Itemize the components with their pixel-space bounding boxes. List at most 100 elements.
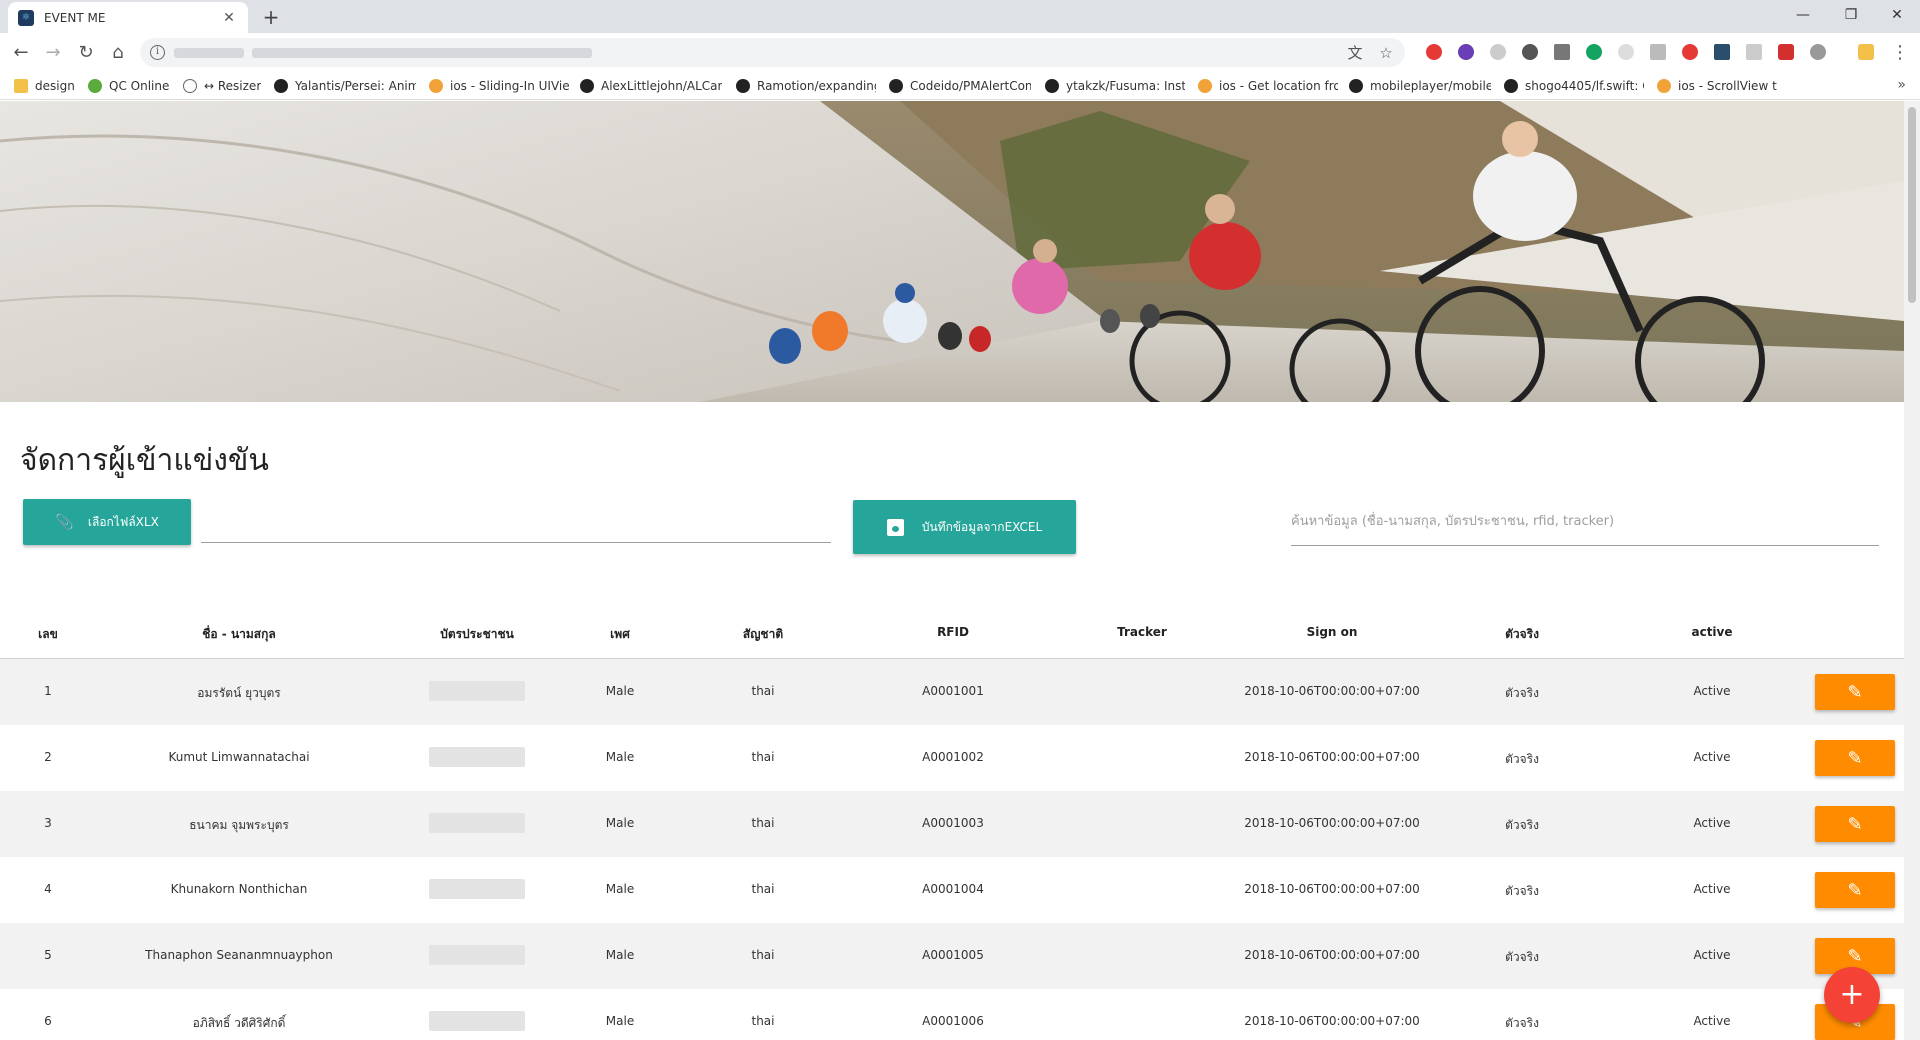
edit-button[interactable]: ✎	[1815, 740, 1895, 776]
bookmark-label: Codeido/PMAlertCon	[910, 79, 1031, 93]
table-header: เลข ชื่อ - นามสกุล บัตรประชาชน เพศ สัญชาติ RF…	[0, 604, 1904, 659]
edit-button[interactable]: ✎	[1815, 872, 1895, 908]
cell-gender: Male	[605, 750, 635, 764]
bookmark-item[interactable]: design	[14, 77, 74, 95]
bookmark-item[interactable]: Yalantis/Persei: Anim	[274, 77, 416, 95]
extension-icon[interactable]	[1618, 44, 1634, 60]
extension-react-icon[interactable]	[1714, 44, 1730, 60]
column-header[interactable]: ตัวจริง	[1505, 625, 1539, 644]
github-icon	[736, 79, 750, 93]
id-card-redacted	[429, 1011, 525, 1031]
cell-no: 4	[44, 882, 52, 896]
check-icon	[88, 79, 102, 93]
bookmark-item[interactable]: Ramotion/expanding	[736, 77, 876, 95]
cell-no: 1	[44, 684, 52, 698]
page-scrollbar[interactable]	[1904, 101, 1920, 1040]
close-tab-icon[interactable]: ✕	[220, 10, 238, 26]
cell-active: Active	[1693, 1014, 1731, 1028]
add-participant-fab[interactable]: +	[1824, 967, 1880, 1023]
extension-compass-icon[interactable]	[1522, 44, 1538, 60]
extension-icon[interactable]	[1746, 44, 1762, 60]
table-row: 2 Kumut Limwannatachai Male thai A0001002 201…	[0, 725, 1904, 791]
cell-nationality: thai	[751, 882, 775, 896]
edit-button[interactable]: ✎	[1815, 674, 1895, 710]
extension-stop-icon[interactable]	[1682, 44, 1698, 60]
save-excel-button[interactable]: บันทึกข้อมูลจากEXCEL	[853, 500, 1076, 554]
column-header[interactable]: บัตรประชาชน	[440, 625, 514, 644]
more-bookmarks-icon[interactable]: »	[1897, 77, 1906, 93]
profile-avatar-icon[interactable]	[1858, 44, 1874, 60]
extension-icon[interactable]	[1490, 44, 1506, 60]
bookmark-item[interactable]: shogo4405/lf.swift: C	[1504, 77, 1644, 95]
extension-vue-icon[interactable]	[1554, 44, 1570, 60]
column-header[interactable]: เลข	[38, 625, 58, 644]
address-bar[interactable]: i 文 ☆	[140, 38, 1405, 67]
browser-tab[interactable]: ⚛ EVENT ME ✕	[8, 2, 248, 33]
restore-icon[interactable]: ❐	[1828, 0, 1874, 30]
cell-active: Active	[1693, 882, 1731, 896]
forward-icon[interactable]: →	[39, 39, 67, 67]
column-header[interactable]: RFID	[937, 625, 969, 639]
extension-opera-icon[interactable]	[1426, 44, 1442, 60]
cell-rfid: A0001003	[922, 816, 984, 830]
cell-active: Active	[1693, 948, 1731, 962]
extension-adblock-icon[interactable]	[1778, 44, 1794, 60]
bookmark-label: design	[35, 79, 74, 93]
column-header[interactable]: active	[1691, 625, 1732, 639]
translate-icon[interactable]: 文	[1345, 43, 1365, 63]
cell-rfid: A0001005	[922, 948, 984, 962]
bookmark-label: QC Online	[109, 79, 170, 93]
bookmark-item[interactable]: mobileplayer/mobile	[1349, 77, 1491, 95]
bookmark-label: ytakzk/Fusuma: Insta	[1066, 79, 1185, 93]
bookmark-item[interactable]: AlexLittlejohn/ALCam	[580, 77, 722, 95]
cell-rfid: A0001004	[922, 882, 984, 896]
column-header[interactable]: Sign on	[1307, 625, 1358, 639]
search-input[interactable]	[1291, 484, 1879, 546]
reload-icon[interactable]: ↻	[72, 39, 100, 67]
select-file-label: เลือกไฟล์XLX	[87, 514, 159, 529]
bookmark-item[interactable]: ytakzk/Fusuma: Insta	[1045, 77, 1185, 95]
table-row: 6 อภิสิทธิ์ วดีศิริศักดิ์ Male thai A0001006…	[0, 989, 1904, 1040]
site-info-icon[interactable]: i	[150, 45, 165, 60]
bookmark-item[interactable]: QC Online	[88, 77, 173, 95]
github-icon	[1349, 79, 1363, 93]
extension-ruler-icon[interactable]	[1650, 44, 1666, 60]
cycling-race-photo	[0, 101, 1904, 402]
extension-icon[interactable]	[1810, 44, 1826, 60]
edit-button[interactable]: ✎	[1815, 806, 1895, 842]
scrollbar-thumb[interactable]	[1908, 107, 1916, 303]
bookmark-item[interactable]: ios - Sliding-In UIVie	[429, 77, 569, 95]
id-card-redacted	[429, 813, 525, 833]
cell-no: 2	[44, 750, 52, 764]
hero-banner-image	[0, 101, 1904, 402]
edit-pencil-icon: ✎	[1847, 879, 1863, 901]
id-card-redacted	[429, 747, 525, 767]
extension-grammarly-icon[interactable]	[1586, 44, 1602, 60]
github-icon	[580, 79, 594, 93]
cell-real: ตัวจริง	[1505, 884, 1539, 898]
home-icon[interactable]: ⌂	[104, 39, 132, 67]
new-tab-button[interactable]: +	[258, 4, 284, 30]
bookmark-item[interactable]: ios - ScrollView too s	[1657, 77, 1777, 95]
select-file-button[interactable]: 📎 เลือกไฟล์XLX	[23, 499, 191, 545]
close-window-icon[interactable]: ✕	[1874, 0, 1920, 30]
bookmark-item[interactable]: Codeido/PMAlertCon	[889, 77, 1031, 95]
browser-toolbar: ← → ↻ ⌂ i 文 ☆ ⋮	[0, 33, 1920, 71]
cell-real: ตัวจริง	[1505, 818, 1539, 832]
column-header[interactable]: เพศ	[610, 625, 630, 644]
browser-menu-icon[interactable]: ⋮	[1886, 39, 1914, 67]
bookmark-item[interactable]: ↔ Resizer	[183, 77, 261, 95]
file-path-field[interactable]	[201, 542, 831, 543]
bookmark-star-icon[interactable]: ☆	[1376, 43, 1396, 63]
table-row: 5 Thanaphon Seananmnuayphon Male thai A00010…	[0, 923, 1904, 989]
column-header[interactable]: สัญชาติ	[743, 625, 783, 644]
minimize-icon[interactable]: —	[1780, 0, 1826, 30]
github-icon	[1045, 79, 1059, 93]
id-card-redacted	[429, 945, 525, 965]
bookmark-item[interactable]: ios - Get location fro	[1198, 77, 1338, 95]
back-icon[interactable]: ←	[7, 39, 35, 67]
cell-active: Active	[1693, 750, 1731, 764]
column-header[interactable]: Tracker	[1117, 625, 1167, 639]
extension-gem-icon[interactable]	[1458, 44, 1474, 60]
column-header[interactable]: ชื่อ - นามสกุล	[202, 625, 275, 644]
